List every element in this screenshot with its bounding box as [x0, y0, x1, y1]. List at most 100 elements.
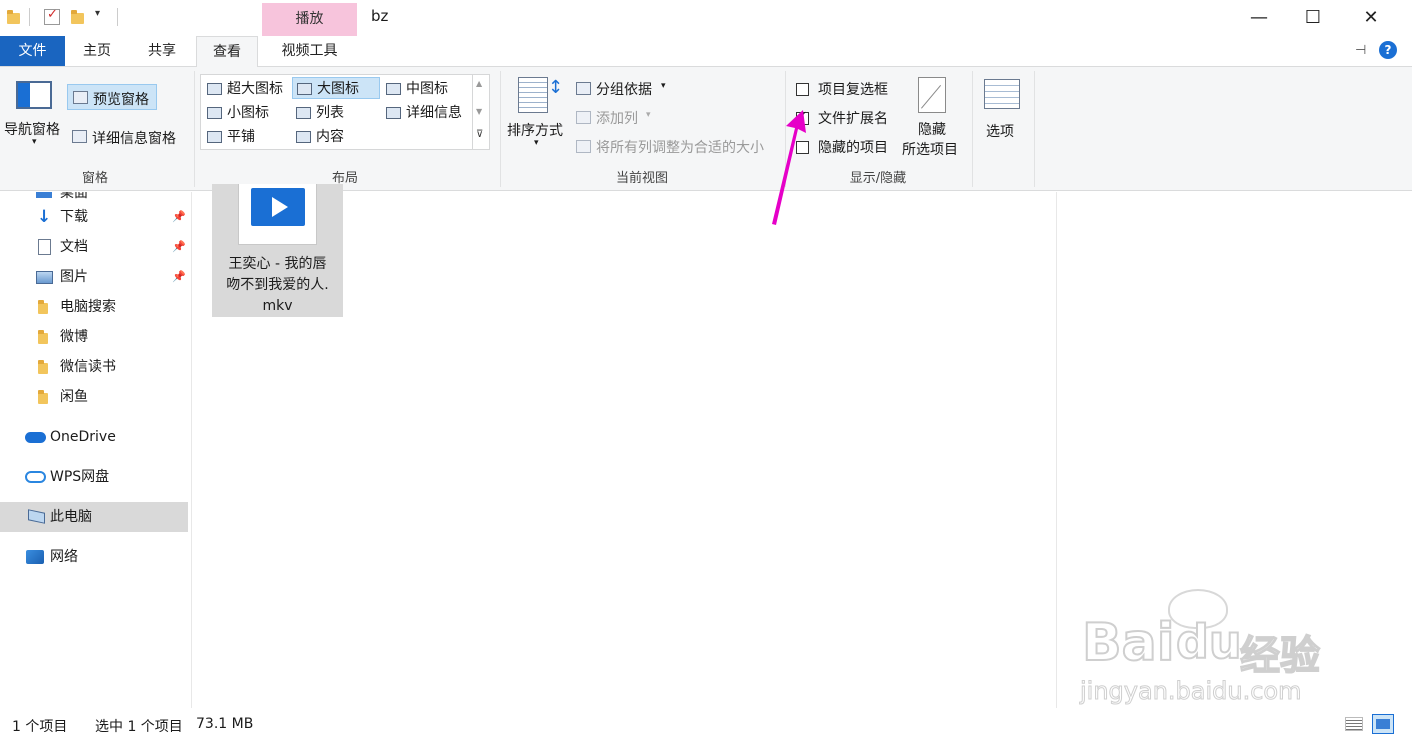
scroll-down-icon[interactable]: ▼ [476, 107, 482, 116]
layout-medium-icons[interactable]: 中图标 [382, 78, 470, 100]
content-icon [296, 131, 311, 143]
tab-share[interactable]: 共享 [130, 36, 194, 66]
help-icon[interactable]: ? [1379, 41, 1397, 59]
folder-icon [38, 390, 48, 404]
folder-icon [38, 330, 48, 344]
details-view-icon[interactable] [1345, 717, 1363, 731]
pin-icon[interactable]: 📌 [172, 262, 186, 292]
tab-home[interactable]: 主页 [66, 36, 128, 66]
hide-selected-label-2: 所选项目 [902, 142, 958, 158]
details-icon [386, 107, 401, 119]
options-button[interactable]: 选项 [978, 75, 1028, 159]
nav-item-onedrive[interactable]: OneDrive [0, 422, 188, 452]
preview-pane-button[interactable]: 预览窗格 [67, 84, 157, 110]
details-pane-icon [72, 130, 87, 143]
size-columns-button[interactable]: 将所有列调整为合适的大小 [574, 136, 784, 158]
navigation-pane: 桌面 ↓ 下载 📌 文档 📌 图片 📌 电脑搜索 微博 微信读书 闲鱼 OneD… [0, 192, 192, 708]
watermark-brand-2: du [1175, 614, 1243, 670]
layout-extra-large-icons[interactable]: 超大图标 [203, 78, 291, 100]
hidden-items-toggle[interactable]: 隐藏的项目 [794, 137, 904, 157]
tab-view[interactable]: 查看 [196, 36, 258, 68]
nav-pane-label: 导航窗格 [4, 122, 60, 138]
file-extensions-label: 文件扩展名 [818, 111, 888, 127]
properties-check-icon[interactable]: ✓ [44, 7, 60, 25]
pin-icon[interactable]: 📌 [172, 232, 186, 262]
new-folder-icon[interactable] [71, 10, 84, 24]
sort-by-button[interactable]: ↕ 排序方式 ▾ [504, 75, 570, 157]
status-selected: 选中 1 个项目 [95, 719, 183, 735]
minimize-button[interactable]: — [1236, 0, 1282, 34]
group-separator [194, 71, 195, 187]
close-icon: ✕ [1363, 6, 1379, 28]
item-checkboxes-toggle[interactable]: 项目复选框 [794, 79, 904, 99]
nav-item-pc-search[interactable]: 电脑搜索 [0, 292, 188, 322]
watermark-brand: Bai [1081, 612, 1176, 674]
nav-item-pictures[interactable]: 图片 📌 [0, 262, 188, 292]
group-separator [785, 71, 786, 187]
pin-ribbon-icon[interactable]: ⊣ [1355, 43, 1366, 58]
add-column-icon [576, 111, 591, 124]
nav-pane-icon [16, 81, 52, 109]
sort-arrow-icon: ↕ [548, 77, 564, 98]
nav-item-downloads[interactable]: ↓ 下载 📌 [0, 202, 188, 232]
layout-scrollbar[interactable]: ▲ ▼ ⊽ [473, 74, 490, 150]
large-icons-icon [297, 83, 312, 95]
layout-list[interactable]: 列表 [292, 102, 380, 124]
size-columns-icon [576, 140, 591, 153]
status-item-count: 1 个项目 [12, 719, 68, 735]
item-checkboxes-checkbox[interactable] [796, 83, 809, 96]
nav-item-weibo[interactable]: 微博 [0, 322, 188, 352]
tiles-icon [207, 131, 222, 143]
nav-item-weread[interactable]: 微信读书 [0, 352, 188, 382]
layout-details[interactable]: 详细信息 [382, 102, 470, 124]
video-thumbnail [238, 184, 317, 245]
hide-selected-button[interactable]: 隐藏 所选项目 [900, 75, 964, 159]
pin-icon[interactable]: 📌 [172, 202, 186, 232]
item-checkboxes-label: 项目复选框 [818, 82, 888, 98]
group-label-current-view: 当前视图 [615, 171, 668, 186]
wps-cloud-icon [25, 471, 46, 483]
options-label: 选项 [986, 124, 1014, 140]
close-button[interactable]: ✕ [1348, 0, 1394, 34]
layout-tiles[interactable]: 平铺 [203, 126, 291, 148]
size-columns-label: 将所有列调整为合适的大小 [596, 140, 764, 156]
desktop-icon [36, 192, 52, 198]
nav-item-xianyu[interactable]: 闲鱼 [0, 382, 188, 412]
minimize-icon: — [1250, 6, 1268, 28]
nav-item-this-pc[interactable]: 此电脑 [0, 502, 188, 532]
hidden-items-checkbox[interactable] [796, 141, 809, 154]
add-column-button[interactable]: 添加列 ▾ [574, 107, 664, 129]
hide-selected-icon [918, 77, 946, 113]
window-title: bz [371, 7, 389, 25]
quick-access-dropdown-icon[interactable]: ▾ [95, 8, 100, 19]
maximize-icon: ☐ [1304, 6, 1322, 28]
extra-large-icons-icon [207, 83, 222, 95]
folder-icon [38, 360, 48, 374]
maximize-button[interactable]: ☐ [1290, 0, 1336, 34]
layout-large-icons[interactable]: 大图标 [292, 77, 380, 99]
file-item-video[interactable]: 王奕心 - 我的唇 吻不到我爱的人. mkv [212, 184, 343, 317]
list-icon [296, 107, 311, 119]
scroll-up-icon[interactable]: ▲ [476, 79, 482, 88]
file-extensions-checkbox[interactable] [796, 109, 809, 125]
layout-small-icons[interactable]: 小图标 [203, 102, 291, 124]
file-name: 王奕心 - 我的唇 吻不到我爱的人. mkv [226, 256, 329, 314]
details-pane-button[interactable]: 详细信息窗格 [67, 124, 191, 150]
group-separator [500, 71, 501, 187]
preview-pane-label: 预览窗格 [93, 92, 149, 108]
nav-item-documents[interactable]: 文档 📌 [0, 232, 188, 262]
group-by-button[interactable]: 分组依据 ▾ [574, 78, 674, 100]
tab-video-tools[interactable]: 视频工具 [262, 36, 357, 66]
layout-content[interactable]: 内容 [292, 126, 380, 148]
nav-item-wps-drive[interactable]: WPS网盘 [0, 462, 188, 492]
pictures-icon [36, 271, 53, 284]
chevron-down-icon: ▾ [646, 110, 651, 120]
context-tab-play[interactable]: 播放 [262, 3, 357, 36]
large-icons-view-icon[interactable] [1372, 714, 1394, 734]
file-extensions-toggle[interactable]: 文件扩展名 [794, 108, 904, 128]
tab-file[interactable]: 文件 [0, 36, 65, 66]
nav-pane-button[interactable]: 导航窗格 ▾ [4, 77, 66, 157]
nav-item-network[interactable]: 网络 [0, 542, 188, 572]
expand-gallery-icon[interactable]: ⊽ [476, 129, 483, 140]
group-label-show-hide: 显示/隐藏 [849, 171, 907, 186]
